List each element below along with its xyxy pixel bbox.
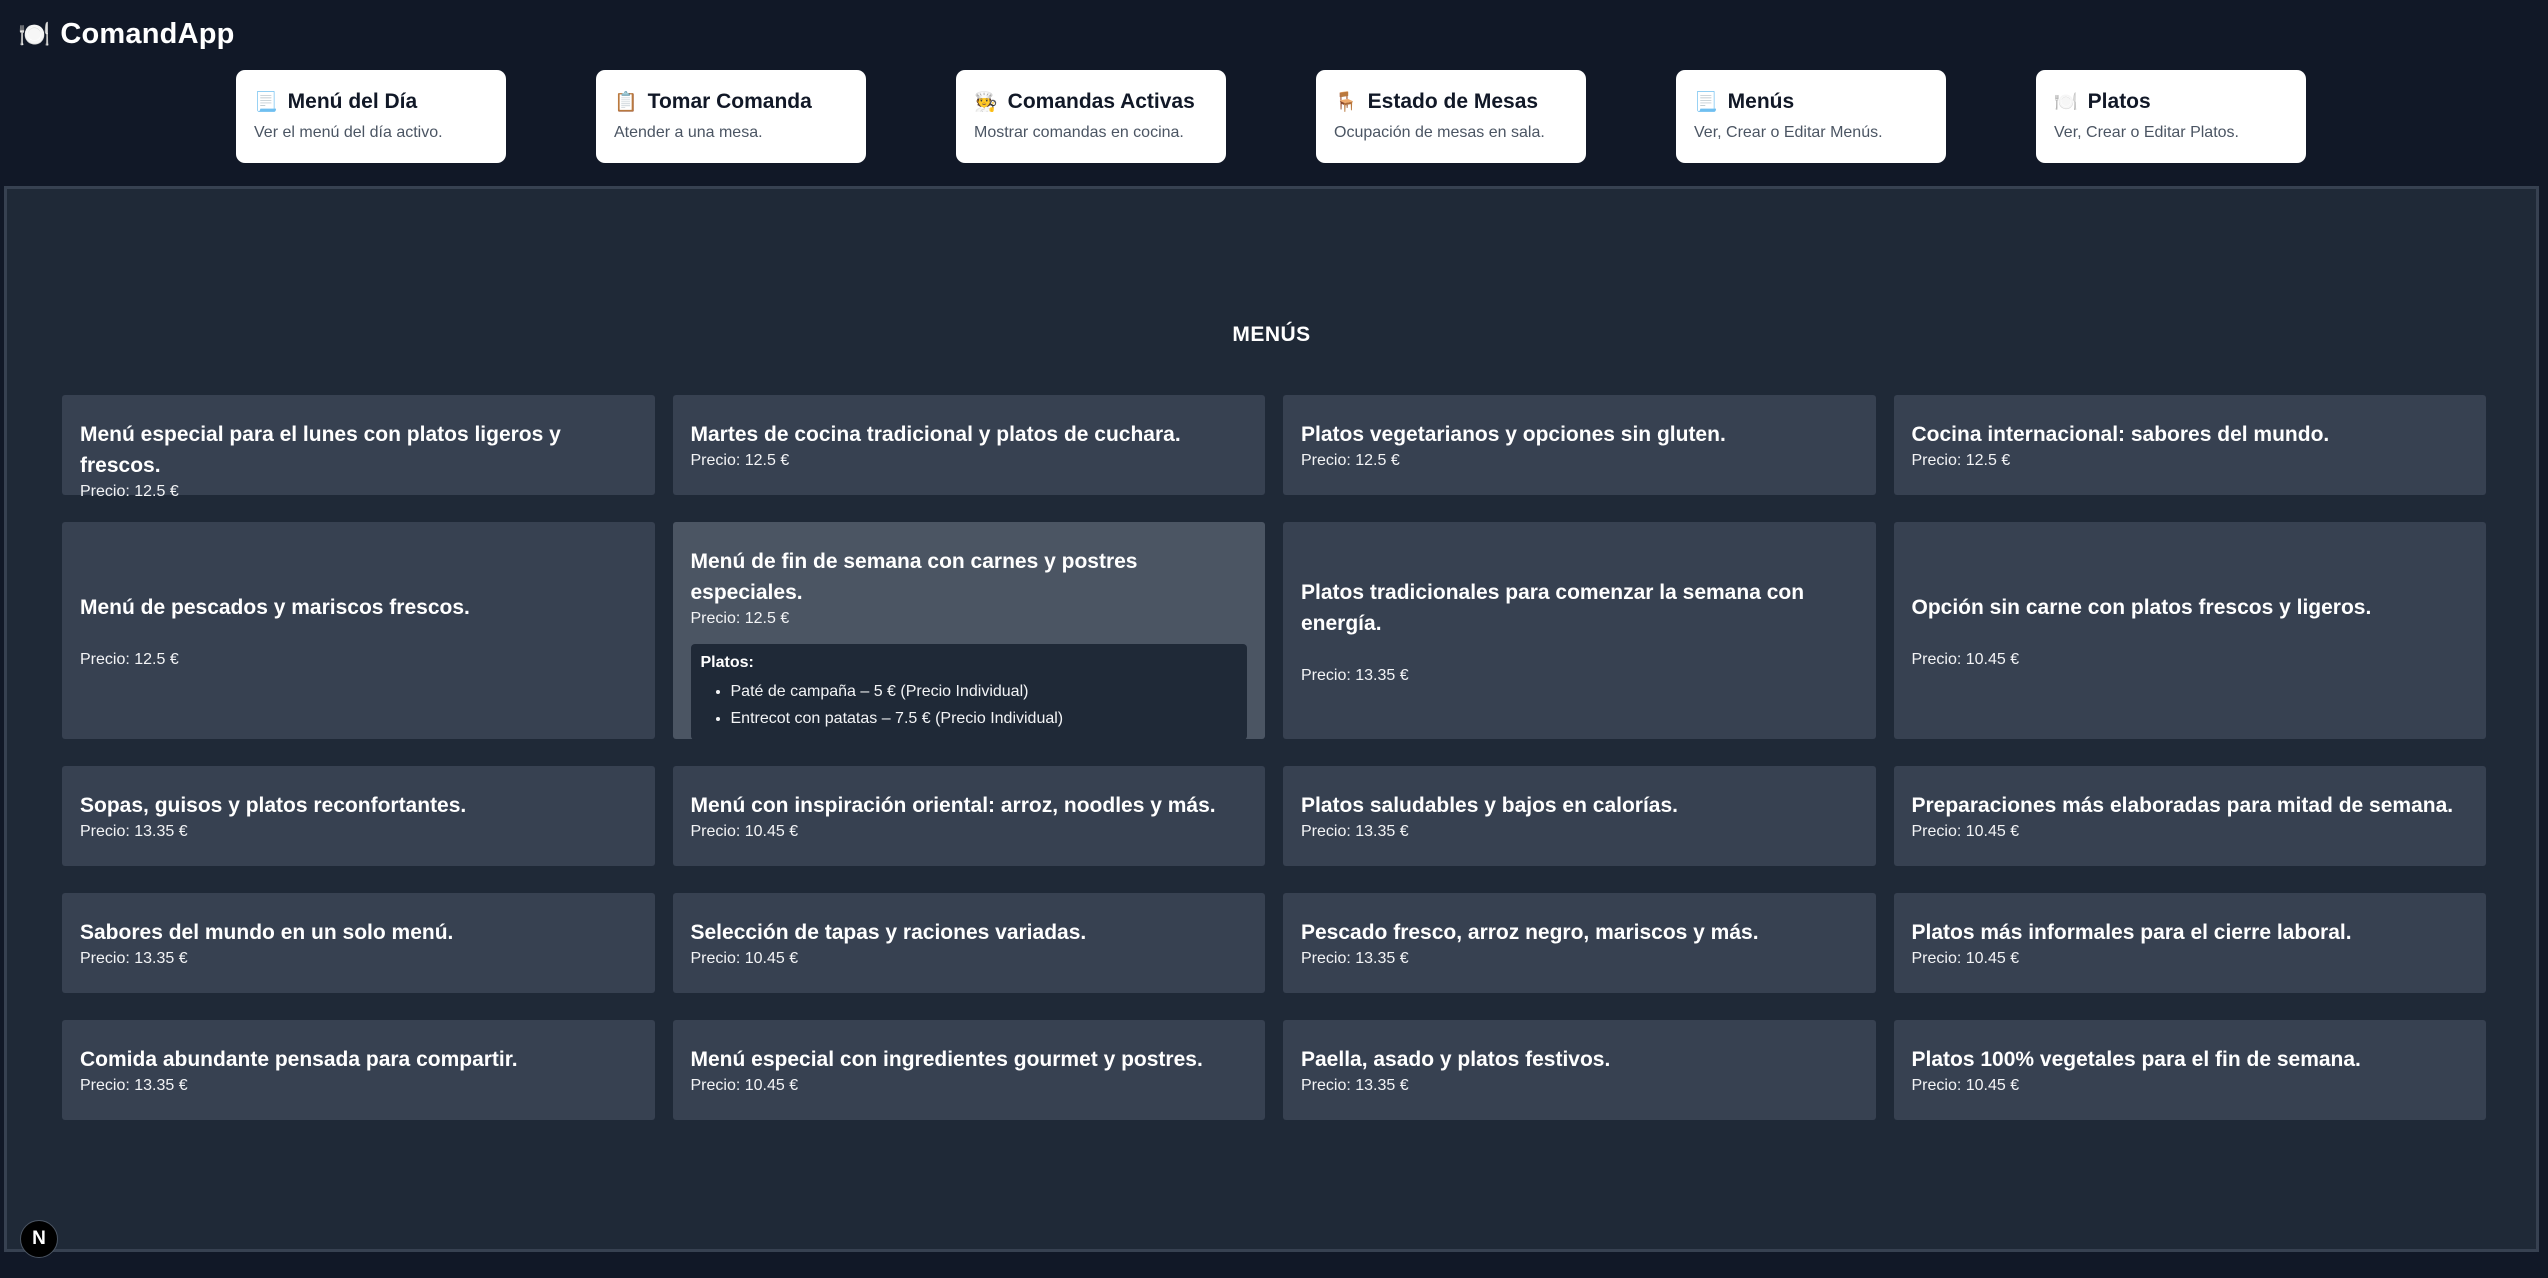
- menu-card-title: Martes de cocina tradicional y platos de…: [690, 423, 1181, 446]
- page-icon: 📃: [1694, 91, 1718, 113]
- menu-card-title: Preparaciones más elaboradas para mitad …: [1911, 794, 2454, 817]
- nav-card-menus[interactable]: 📃 Menús Ver, Crear o Editar Menús.: [1676, 70, 1946, 163]
- main-nav: 📃 Menú del Día Ver el menú del día activ…: [236, 70, 2306, 163]
- menu-card-title: Platos vegetarianos y opciones sin glute…: [1301, 423, 1726, 446]
- menu-card-title: Platos saludables y bajos en calorías.: [1301, 794, 1678, 817]
- menu-card-title: Menú con inspiración oriental: arroz, no…: [690, 794, 1216, 817]
- nav-card-title: Platos: [2087, 90, 2151, 113]
- menu-card-title: Comida abundante pensada para compartir.: [80, 1048, 518, 1071]
- menu-card[interactable]: Sabores del mundo en un solo menú. Preci…: [62, 893, 655, 993]
- nav-card-title: Estado de Mesas: [1367, 90, 1539, 113]
- menu-card-price: Precio: 13.35 €: [80, 823, 188, 840]
- dish-item: Paté de campaña – 5 € (Precio Individual…: [731, 678, 1238, 705]
- nav-card-description: Ocupación de mesas en sala.: [1334, 124, 1545, 141]
- menu-card[interactable]: Platos tradicionales para comenzar la se…: [1283, 522, 1876, 739]
- menu-card-title: Pescado fresco, arroz negro, mariscos y …: [1301, 921, 1759, 944]
- cook-icon: 🧑‍🍳: [974, 91, 998, 113]
- menu-card[interactable]: Paella, asado y platos festivos. Precio:…: [1283, 1020, 1876, 1120]
- menu-card-price: Precio: 13.35 €: [80, 1077, 188, 1094]
- menu-card-price: Precio: 12.5 €: [690, 452, 790, 469]
- menu-card-price: Precio: 10.45 €: [1911, 1077, 2020, 1094]
- menu-card[interactable]: Martes de cocina tradicional y platos de…: [672, 395, 1265, 495]
- menu-card-price: Precio: 13.35 €: [1301, 823, 1409, 840]
- menu-card-expanded[interactable]: Menú de fin de semana con carnes y postr…: [672, 522, 1265, 740]
- nextjs-icon[interactable]: N: [20, 1220, 58, 1258]
- menu-card[interactable]: Menú especial con ingredientes gourmet y…: [672, 1020, 1265, 1120]
- menu-card[interactable]: Comida abundante pensada para compartir.…: [62, 1020, 655, 1120]
- dishes-label: Platos:: [700, 654, 754, 671]
- menu-card-price: Precio: 13.35 €: [1301, 1077, 1409, 1094]
- nav-card-description: Mostrar comandas en cocina.: [974, 124, 1184, 141]
- menu-card-title: Menú de fin de semana con carnes y postr…: [690, 550, 1138, 604]
- dishes-list: Paté de campaña – 5 € (Precio Individual…: [701, 678, 1238, 732]
- menu-card-price: Precio: 10.45 €: [690, 1077, 799, 1094]
- menu-card-title: Paella, asado y platos festivos.: [1301, 1048, 1611, 1071]
- menu-card-price: Precio: 10.45 €: [1911, 823, 2020, 840]
- menu-card-price: Precio: 12.5 €: [80, 483, 179, 500]
- menu-card-title: Platos más informales para el cierre lab…: [1911, 921, 2352, 944]
- app-title: ComandApp: [60, 17, 235, 50]
- menu-dishes-panel: Platos: Paté de campaña – 5 € (Precio In…: [690, 644, 1247, 740]
- menu-card-title: Sopas, guisos y platos reconfortantes.: [80, 794, 467, 817]
- menu-card-title: Menú especial con ingredientes gourmet y…: [690, 1048, 1203, 1071]
- menu-card-price: Precio: 10.45 €: [690, 950, 799, 967]
- menu-card-price: Precio: 10.45 €: [690, 823, 799, 840]
- menu-card[interactable]: Pescado fresco, arroz negro, mariscos y …: [1283, 893, 1876, 993]
- menu-card[interactable]: Platos 100% vegetales para el fin de sem…: [1893, 1020, 2486, 1120]
- nav-card-platos[interactable]: 🍽️ Platos Ver, Crear o Editar Platos.: [2036, 70, 2306, 163]
- dish-item: Entrecot con patatas – 7.5 € (Precio Ind…: [731, 705, 1238, 732]
- nav-card-menu-del-dia[interactable]: 📃 Menú del Día Ver el menú del día activ…: [236, 70, 506, 163]
- menu-card-price: Precio: 10.45 €: [1911, 950, 2020, 967]
- nav-card-tomar-comanda[interactable]: 📋 Tomar Comanda Atender a una mesa.: [596, 70, 866, 163]
- chair-icon: 🪑: [1334, 91, 1358, 113]
- page-title: MENÚS: [1232, 323, 1311, 346]
- main-content: MENÚS Menú especial para el lunes con pl…: [4, 186, 2539, 1252]
- nav-card-description: Ver, Crear o Editar Platos.: [2054, 124, 2239, 141]
- clipboard-icon: 📋: [614, 91, 638, 113]
- menu-card[interactable]: Menú de pescados y mariscos frescos. Pre…: [62, 522, 655, 739]
- nav-card-estado-de-mesas[interactable]: 🪑 Estado de Mesas Ocupación de mesas en …: [1316, 70, 1586, 163]
- menu-card-title: Selección de tapas y raciones variadas.: [690, 921, 1087, 944]
- nav-card-comandas-activas[interactable]: 🧑‍🍳 Comandas Activas Mostrar comandas en…: [956, 70, 1226, 163]
- menu-card-title: Cocina internacional: sabores del mundo.: [1911, 423, 2330, 446]
- menu-card[interactable]: Menú especial para el lunes con platos l…: [62, 395, 655, 500]
- menu-card-price: Precio: 13.35 €: [1301, 666, 1409, 684]
- menu-card-price: Precio: 13.35 €: [1301, 950, 1409, 967]
- menu-card[interactable]: Platos saludables y bajos en calorías. P…: [1283, 766, 1876, 866]
- plate-icon: 🍽️: [18, 19, 51, 49]
- menu-card-price: Precio: 12.5 €: [1911, 452, 2011, 469]
- nav-card-description: Ver el menú del día activo.: [254, 124, 443, 141]
- menu-card-price: Precio: 12.5 €: [1301, 452, 1400, 469]
- brand[interactable]: 🍽️ ComandApp: [18, 14, 235, 54]
- menu-card[interactable]: Sopas, guisos y platos reconfortantes. P…: [62, 766, 655, 866]
- menu-card-price: Precio: 10.45 €: [1911, 651, 2020, 668]
- menu-card[interactable]: Preparaciones más elaboradas para mitad …: [1893, 766, 2486, 866]
- menu-card[interactable]: Cocina internacional: sabores del mundo.…: [1893, 395, 2486, 495]
- menu-card-title: Menú especial para el lunes con platos l…: [80, 423, 561, 477]
- menu-card[interactable]: Menú con inspiración oriental: arroz, no…: [672, 766, 1265, 866]
- dev-badge-label: N: [32, 1228, 46, 1249]
- nav-card-description: Atender a una mesa.: [614, 124, 763, 141]
- menu-card-title: Platos tradicionales para comenzar la se…: [1301, 580, 1805, 635]
- menu-card-price: Precio: 13.35 €: [80, 950, 188, 967]
- menu-card-price: Precio: 12.5 €: [80, 651, 179, 668]
- menu-card[interactable]: Opción sin carne con platos frescos y li…: [1893, 522, 2486, 739]
- nav-card-description: Ver, Crear o Editar Menús.: [1694, 124, 1883, 141]
- menu-card[interactable]: Platos vegetarianos y opciones sin glute…: [1283, 395, 1876, 495]
- menu-card-title: Sabores del mundo en un solo menú.: [80, 921, 454, 944]
- page-icon: 📃: [254, 91, 278, 113]
- menu-card[interactable]: Platos más informales para el cierre lab…: [1893, 893, 2486, 993]
- nav-card-title: Menú del Día: [287, 90, 418, 113]
- app-header: 🍽️ ComandApp 📃 Menú del Día Ver el menú …: [0, 0, 2548, 182]
- nav-card-title: Comandas Activas: [1007, 90, 1195, 113]
- menu-card-title: Platos 100% vegetales para el fin de sem…: [1911, 1048, 2361, 1071]
- menu-card-price: Precio: 12.5 €: [690, 610, 790, 627]
- nav-card-title: Tomar Comanda: [647, 90, 812, 113]
- menu-grid: Menú especial para el lunes con platos l…: [62, 395, 2486, 1147]
- menu-card[interactable]: Selección de tapas y raciones variadas. …: [672, 893, 1265, 993]
- nav-card-title: Menús: [1727, 90, 1795, 113]
- plate-icon: 🍽️: [2054, 91, 2078, 113]
- menu-card-title: Opción sin carne con platos frescos y li…: [1911, 596, 2372, 619]
- menu-card-title: Menú de pescados y mariscos frescos.: [80, 596, 470, 619]
